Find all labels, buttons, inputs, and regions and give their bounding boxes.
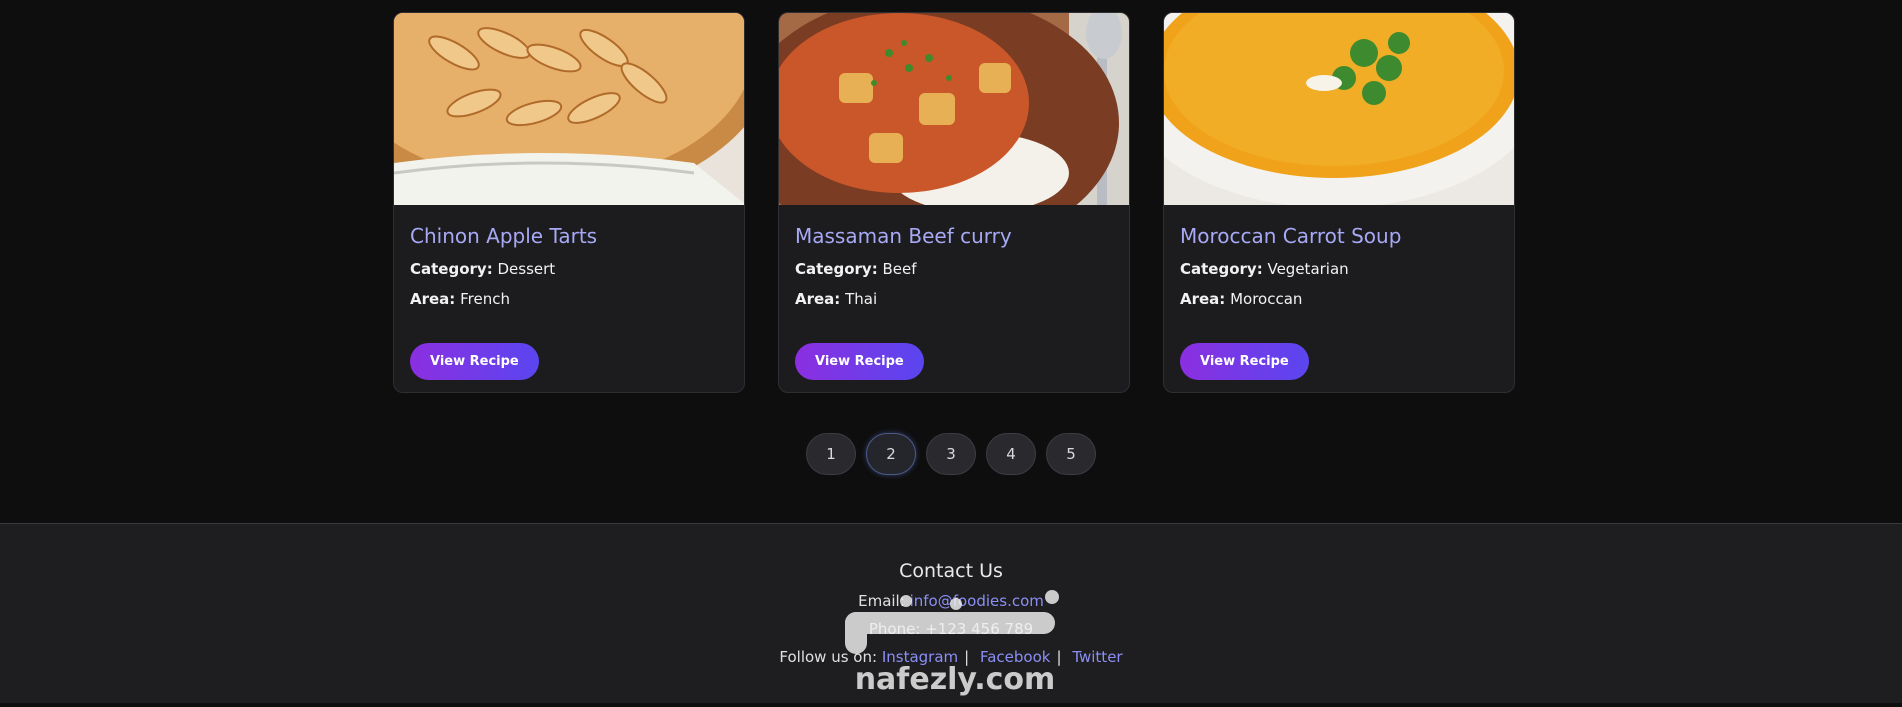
category-label: Category: [1180,260,1263,278]
email-link[interactable]: info@foodies.com [910,592,1044,610]
twitter-link[interactable]: Twitter [1072,648,1122,666]
page-button-3[interactable]: 3 [926,433,976,475]
site-footer: Contact Us Email: info@foodies.com Phone… [0,523,1902,703]
recipe-card: Massaman Beef curry Category: Beef Area:… [778,12,1130,393]
recipe-grid: Chinon Apple Tarts Category: Dessert Are… [393,12,1515,393]
carrot-soup-image[interactable] [1164,13,1514,205]
facebook-link[interactable]: Facebook [980,648,1050,666]
contact-email: Email: info@foodies.com [0,592,1902,610]
recipe-area: Area: Moroccan [1180,290,1498,308]
recipe-category: Category: Vegetarian [1180,260,1498,278]
area-value: Moroccan [1230,290,1303,308]
beef-curry-image[interactable] [779,13,1129,205]
area-label: Area: [795,290,841,308]
category-value: Beef [882,260,917,278]
contact-phone: Phone: +123 456 789 [0,620,1902,638]
recipe-category: Category: Beef [795,260,1113,278]
area-label: Area: [410,290,456,308]
area-value: French [460,290,510,308]
recipe-title[interactable]: Chinon Apple Tarts [410,224,728,248]
view-recipe-button[interactable]: View Recipe [795,343,924,380]
apple-tart-image[interactable] [394,13,744,205]
view-recipe-button[interactable]: View Recipe [1180,343,1309,380]
page-button-1[interactable]: 1 [806,433,856,475]
recipe-title[interactable]: Moroccan Carrot Soup [1180,224,1498,248]
contact-heading: Contact Us [899,560,1003,582]
category-label: Category: [410,260,493,278]
recipe-card: Moroccan Carrot Soup Category: Vegetaria… [1163,12,1515,393]
category-label: Category: [795,260,878,278]
separator: | [1056,648,1062,666]
category-value: Vegetarian [1267,260,1349,278]
page-button-2-current[interactable]: 2 [866,433,916,475]
recipe-area: Area: Thai [795,290,1113,308]
pagination: 1 2 3 4 5 [0,433,1902,475]
view-recipe-button[interactable]: View Recipe [410,343,539,380]
area-value: Thai [845,290,878,308]
phone-value: +123 456 789 [925,620,1034,638]
page-button-5[interactable]: 5 [1046,433,1096,475]
follow-label: Follow us on: [779,648,878,666]
recipe-card: Chinon Apple Tarts Category: Dessert Are… [393,12,745,393]
page-button-4[interactable]: 4 [986,433,1036,475]
category-value: Dessert [497,260,556,278]
email-label: Email: [858,592,905,610]
recipe-category: Category: Dessert [410,260,728,278]
area-label: Area: [1180,290,1226,308]
main-content: Chinon Apple Tarts Category: Dessert Are… [0,0,1902,523]
recipe-area: Area: French [410,290,728,308]
instagram-link[interactable]: Instagram [882,648,958,666]
recipe-title[interactable]: Massaman Beef curry [795,224,1113,248]
social-links: Follow us on: Instagram | Facebook | Twitt… [0,648,1902,666]
phone-label: Phone: [868,620,921,638]
separator: | [964,648,970,666]
